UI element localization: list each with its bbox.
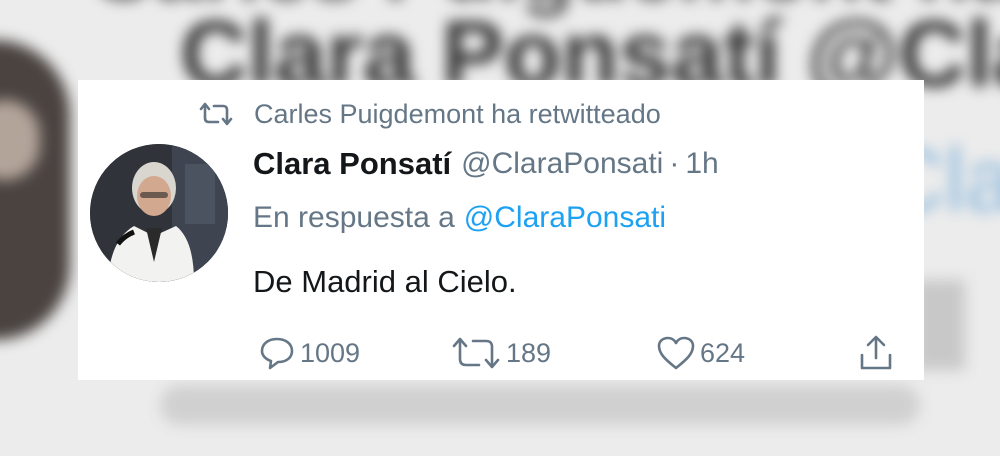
- tweet-timestamp[interactable]: 1h: [685, 147, 718, 181]
- retweet-button[interactable]: 189: [450, 332, 551, 374]
- tweet-header: Clara Ponsatí @ClaraPonsati · 1h: [253, 144, 719, 184]
- share-icon: [858, 334, 894, 372]
- background-actions-blur: [160, 385, 920, 425]
- tweet-card[interactable]: Carles Puigdemont ha retwitteado Clara P…: [78, 80, 924, 380]
- heart-icon: [656, 335, 696, 371]
- retweet-icon: [198, 101, 234, 127]
- reply-handle-link[interactable]: @ClaraPonsati: [464, 201, 666, 235]
- background-avatar: [0, 40, 70, 340]
- share-button[interactable]: [858, 332, 894, 374]
- tweet-actions: 1009 189 624: [258, 332, 898, 374]
- user-handle[interactable]: @ClaraPonsati: [461, 147, 663, 181]
- like-count: 624: [700, 337, 746, 368]
- tweet-text: De Madrid al Cielo.: [253, 264, 517, 299]
- retweet-icon: [450, 335, 502, 371]
- like-button[interactable]: 624: [656, 332, 745, 374]
- reply-context: En respuesta a @ClaraPonsati: [253, 198, 666, 238]
- reply-prefix: En respuesta a: [253, 201, 455, 234]
- retweet-context-text: Carles Puigdemont ha retwitteado: [254, 98, 661, 129]
- retweet-context: Carles Puigdemont ha retwitteado: [198, 94, 661, 134]
- header-separator: ·: [669, 147, 680, 180]
- reply-count: 1009: [300, 337, 361, 368]
- display-name[interactable]: Clara Ponsatí: [253, 146, 451, 182]
- reply-icon: [258, 335, 296, 371]
- avatar[interactable]: [90, 144, 228, 282]
- retweet-count: 189: [506, 337, 552, 368]
- reply-button[interactable]: 1009: [258, 332, 360, 374]
